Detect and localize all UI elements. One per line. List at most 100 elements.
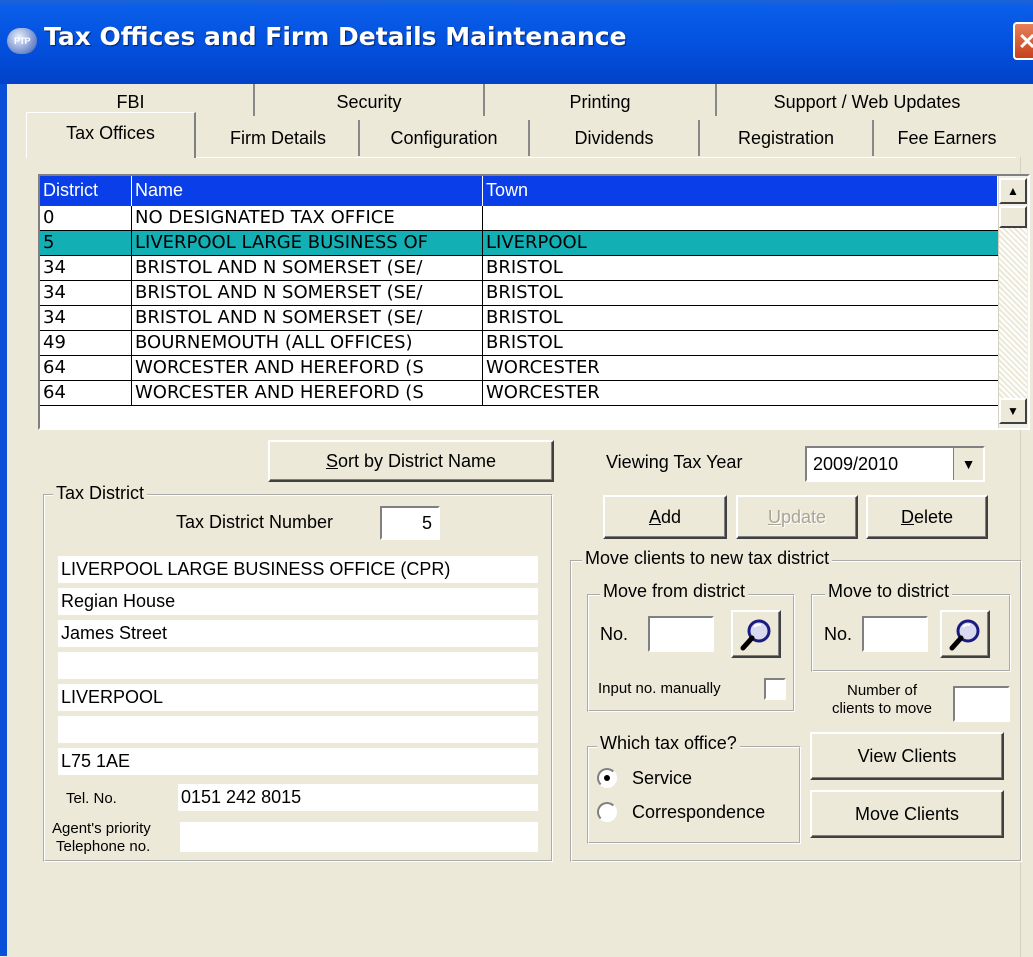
cell-district: 34 xyxy=(40,281,132,306)
radio-service[interactable] xyxy=(597,768,617,788)
tab-dividends[interactable]: Dividends xyxy=(530,116,698,158)
table-row[interactable]: 34 BRISTOL AND N SOMERSET (SE/ BRISTOL xyxy=(40,306,998,331)
radio-correspondence-label: Correspondence xyxy=(632,802,766,822)
clients-to-move-field[interactable] xyxy=(953,686,1010,722)
agent-label-line2: Telephone no. xyxy=(56,838,151,855)
tel-label: Tel. No. xyxy=(66,790,117,807)
move-from-district-field[interactable] xyxy=(648,616,714,652)
view-clients-button[interactable]: View Clients xyxy=(810,732,1004,780)
column-header-town[interactable]: Town xyxy=(483,176,998,206)
column-header-name[interactable]: Name xyxy=(132,176,483,206)
button-accel: U xyxy=(767,507,781,527)
tab-support-web-updates[interactable]: Support / Web Updates xyxy=(717,84,1017,116)
cell-town: BRISTOL xyxy=(483,306,998,331)
address-line-1[interactable]: LIVERPOOL LARGE BUSINESS OFFICE (CPR) xyxy=(58,556,538,583)
which-office-legend: Which tax office? xyxy=(597,733,740,754)
column-header-district[interactable]: District xyxy=(40,176,132,206)
tax-year-dropdown[interactable]: 2009/2010 ▼ xyxy=(805,446,985,482)
table-row[interactable]: 34 BRISTOL AND N SOMERSET (SE/ BRISTOL xyxy=(40,281,998,306)
scroll-down-icon[interactable]: ▼ xyxy=(999,398,1027,424)
button-label: pdate xyxy=(780,507,827,527)
sort-by-district-name-button[interactable]: Sort by District Name xyxy=(268,440,554,482)
tab-firm-details[interactable]: Firm Details xyxy=(198,116,358,158)
window-border xyxy=(0,84,7,956)
tax-office-list[interactable]: District Name Town 0 NO DESIGNATED TAX O… xyxy=(38,174,1030,430)
table-row[interactable]: 34 BRISTOL AND N SOMERSET (SE/ BRISTOL xyxy=(40,256,998,281)
tab-configuration[interactable]: Configuration xyxy=(360,116,528,158)
cell-town xyxy=(483,206,998,231)
cell-name: NO DESIGNATED TAX OFFICE xyxy=(132,206,483,231)
tel-field[interactable]: 0151 242 8015 xyxy=(178,784,538,811)
tab-label: Printing xyxy=(569,92,631,112)
count-label-line1: Number of xyxy=(846,682,918,699)
tax-district-number-field[interactable]: 5 xyxy=(380,506,440,540)
scroll-track[interactable] xyxy=(999,228,1027,398)
move-clients-legend: Move clients to new tax district xyxy=(582,548,833,569)
input-manually-checkbox[interactable] xyxy=(764,678,786,700)
close-icon[interactable]: ✕ xyxy=(1013,22,1033,60)
cell-district: 34 xyxy=(40,306,132,331)
address-line-5[interactable]: LIVERPOOL xyxy=(58,684,538,711)
agent-label-line1: Agent's priority xyxy=(52,820,151,837)
search-magnifier-icon[interactable] xyxy=(940,610,990,658)
tax-district-number-label: Tax District Number xyxy=(176,512,334,532)
cell-name: WORCESTER AND HEREFORD (S xyxy=(132,381,483,406)
button-accel: D xyxy=(900,507,914,527)
tab-fee-earners[interactable]: Fee Earners xyxy=(874,116,1020,158)
table-row[interactable]: 0 NO DESIGNATED TAX OFFICE xyxy=(40,206,998,231)
tab-security[interactable]: Security xyxy=(255,84,483,116)
cell-district: 64 xyxy=(40,381,132,406)
button-label: elete xyxy=(913,507,954,527)
list-scrollbar[interactable]: ▲ ▼ xyxy=(998,176,1028,428)
tab-tax-offices[interactable]: Tax Offices xyxy=(26,112,196,158)
radio-correspondence[interactable] xyxy=(597,802,617,822)
move-to-district-field[interactable] xyxy=(862,616,928,652)
tab-printing[interactable]: Printing xyxy=(485,84,715,116)
address-line-6[interactable] xyxy=(58,716,538,743)
tax-year-label: Viewing Tax Year xyxy=(606,452,743,472)
from-no-label: No. xyxy=(600,624,629,644)
add-button[interactable]: Add xyxy=(603,495,727,539)
tab-label: FBI xyxy=(116,92,145,112)
table-row[interactable]: 64 WORCESTER AND HEREFORD (S WORCESTER xyxy=(40,356,998,381)
address-line-2[interactable]: Regian House xyxy=(58,588,538,615)
search-magnifier-icon-svg xyxy=(949,619,980,651)
tab-label: Support / Web Updates xyxy=(773,92,961,112)
cell-town: WORCESTER xyxy=(483,381,998,406)
tab-registration[interactable]: Registration xyxy=(700,116,872,158)
table-row[interactable]: 64 WORCESTER AND HEREFORD (S WORCESTER xyxy=(40,381,998,406)
cell-district: 34 xyxy=(40,256,132,281)
table-row[interactable]: 49 BOURNEMOUTH (ALL OFFICES) BRISTOL xyxy=(40,331,998,356)
which-office-group xyxy=(587,746,801,844)
tab-panel-border xyxy=(196,157,1016,158)
cell-town: LIVERPOOL xyxy=(483,231,998,256)
button-label: dd xyxy=(660,507,682,527)
search-magnifier-icon[interactable] xyxy=(731,610,781,658)
tab-label: Registration xyxy=(737,128,835,148)
list-body: 0 NO DESIGNATED TAX OFFICE 5 LIVERPOOL L… xyxy=(40,206,998,406)
move-from-legend: Move from district xyxy=(600,581,749,602)
cell-district: 49 xyxy=(40,331,132,356)
cell-town: BRISTOL xyxy=(483,256,998,281)
tab-label: Tax Offices xyxy=(66,123,155,143)
button-accel: A xyxy=(648,507,661,527)
address-line-4[interactable] xyxy=(58,652,538,679)
update-button[interactable]: Update xyxy=(736,495,858,539)
cell-name: WORCESTER AND HEREFORD (S xyxy=(132,356,483,381)
search-magnifier-icon-svg xyxy=(740,619,771,651)
tab-label: Configuration xyxy=(390,128,498,148)
dropdown-arrow-icon[interactable]: ▼ xyxy=(953,448,983,480)
table-row-selected[interactable]: 5 LIVERPOOL LARGE BUSINESS OF LIVERPOOL xyxy=(40,231,998,256)
delete-button[interactable]: Delete xyxy=(866,495,988,539)
scroll-up-icon[interactable]: ▲ xyxy=(999,178,1027,204)
radio-dot xyxy=(604,775,610,781)
to-no-label: No. xyxy=(824,624,853,644)
scroll-thumb[interactable] xyxy=(999,206,1027,228)
address-line-7[interactable]: L75 1AE xyxy=(58,748,538,775)
cell-name: BRISTOL AND N SOMERSET (SE/ xyxy=(132,256,483,281)
agent-telephone-field[interactable] xyxy=(180,822,538,852)
move-clients-button[interactable]: Move Clients xyxy=(810,790,1004,838)
tab-label: Fee Earners xyxy=(897,128,997,148)
tab-label: Dividends xyxy=(574,128,654,148)
address-line-3[interactable]: James Street xyxy=(58,620,538,647)
